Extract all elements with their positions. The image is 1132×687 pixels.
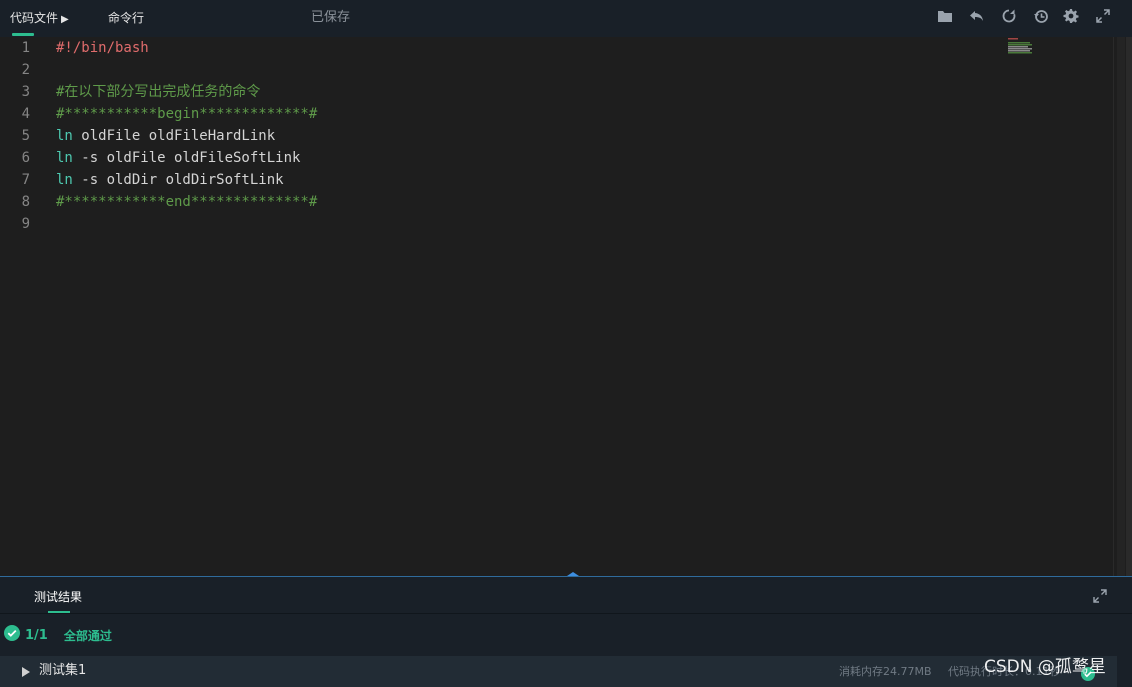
line-number: 2 xyxy=(21,62,30,78)
play-arrow-icon: ▶ xyxy=(61,14,69,25)
line-content: ln -s oldDir oldDirSoftLink xyxy=(56,169,284,191)
watermark: CSDN @孤鹜星 xyxy=(984,657,1106,677)
code-line[interactable]: 4 #***********begin*************# xyxy=(0,103,1000,125)
tab-command-line-label: 命令行 xyxy=(108,11,145,25)
pass-text: 全部通过 xyxy=(63,628,112,643)
line-number: 3 xyxy=(21,84,30,100)
code-token: ln xyxy=(56,172,73,188)
test-set-row[interactable]: 测试集1 消耗内存24.77MB 代码执行时长：0.11秒 xyxy=(0,656,1117,687)
tab-code-file-label: 代码文件 xyxy=(10,11,59,25)
code-token: #在以下部分写出完成任务的命令 xyxy=(56,84,261,100)
code-token: -s oldDir oldDirSoftLink xyxy=(72,172,284,188)
code-token: ln xyxy=(56,128,73,144)
code-token: #************end**************# xyxy=(56,194,318,210)
panel-separator xyxy=(0,613,1132,614)
expand-panel-icon[interactable] xyxy=(1092,588,1108,604)
scrollbar-thumb[interactable] xyxy=(1117,37,1125,576)
line-content: #!/bin/bash xyxy=(56,37,149,59)
code-line[interactable]: 1 #!/bin/bash xyxy=(0,37,1000,59)
refresh-icon[interactable] xyxy=(1000,7,1018,25)
test-results-panel: 测试结果 1/1 全部通过 测试集1 消耗内存24.77MB 代码执行时长：0.… xyxy=(0,577,1132,687)
app-root: 代码文件 ▶ 命令行 已保存 1 #!/bin/bash 2 3 #在以下部分写出完成任务… xyxy=(0,0,1132,687)
check-circle-icon xyxy=(4,625,20,645)
code-line[interactable]: 8 #************end**************# xyxy=(0,191,1000,213)
pass-count: 1/1 xyxy=(25,627,48,643)
fullscreen-icon[interactable] xyxy=(1094,7,1112,25)
line-number: 8 xyxy=(21,194,30,210)
code-line[interactable]: 7 ln -s oldDir oldDirSoftLink xyxy=(0,169,1000,191)
code-line[interactable]: 5 ln oldFile oldFileHardLink xyxy=(0,125,1000,147)
tab-code-file[interactable]: 代码文件 ▶ xyxy=(10,9,69,27)
folder-icon[interactable] xyxy=(936,7,954,25)
line-content: #***********begin*************# xyxy=(56,103,317,125)
expand-arrow-icon[interactable] xyxy=(21,664,31,678)
line-number: 9 xyxy=(21,216,30,232)
line-content: #************end**************# xyxy=(56,191,317,213)
window-edge xyxy=(1126,37,1132,576)
code-editor[interactable]: 1 #!/bin/bash 2 3 #在以下部分写出完成任务的命令 4 #*********… xyxy=(0,37,1113,576)
pass-summary: 1/1 全部通过 xyxy=(4,625,112,645)
code-line[interactable]: 6 ln -s oldFile oldFileSoftLink xyxy=(0,147,1000,169)
code-token: -s oldFile oldFileSoftLink xyxy=(72,150,301,166)
top-bar: 代码文件 ▶ 命令行 已保存 xyxy=(0,0,1132,37)
line-number: 6 xyxy=(21,150,30,166)
line-content: #在以下部分写出完成任务的命令 xyxy=(56,81,260,103)
code-token: #***********begin*************# xyxy=(56,106,318,122)
gear-icon[interactable] xyxy=(1062,7,1080,25)
line-content: ln -s oldFile oldFileSoftLink xyxy=(56,147,300,169)
code-token: oldFile oldFileHardLink xyxy=(72,128,276,144)
editor-scrollbar[interactable] xyxy=(1113,37,1127,576)
code-line[interactable]: 3 #在以下部分写出完成任务的命令 xyxy=(0,81,1000,103)
code-line[interactable]: 9 xyxy=(0,213,1000,235)
code-token: #!/bin/bash xyxy=(56,40,149,56)
line-number: 7 xyxy=(21,172,30,188)
memory-usage: 消耗内存24.77MB xyxy=(839,665,932,678)
undo-icon[interactable] xyxy=(968,7,986,25)
tab-test-results[interactable]: 测试结果 xyxy=(34,589,82,605)
history-icon[interactable] xyxy=(1032,7,1050,25)
line-number: 5 xyxy=(21,128,30,144)
minimap[interactable] xyxy=(1008,38,1040,54)
test-set-label: 测试集1 xyxy=(39,663,87,678)
code-line[interactable]: 2 xyxy=(0,59,1000,81)
line-number: 1 xyxy=(21,40,30,56)
line-number: 4 xyxy=(21,106,30,122)
active-tab-indicator xyxy=(12,33,34,36)
line-content: ln oldFile oldFileHardLink xyxy=(56,125,275,147)
saved-status: 已保存 xyxy=(311,10,351,25)
code-token: ln xyxy=(56,150,73,166)
tab-command-line[interactable]: 命令行 xyxy=(108,9,144,27)
